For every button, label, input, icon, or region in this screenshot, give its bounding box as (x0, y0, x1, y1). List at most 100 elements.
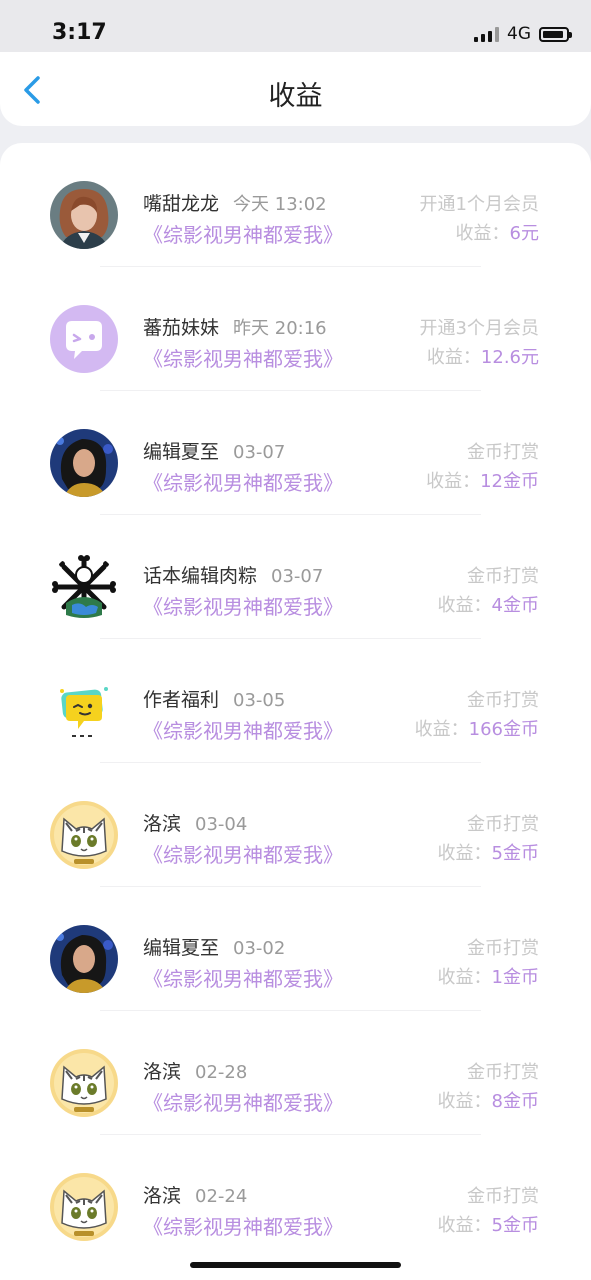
avatar (50, 925, 118, 993)
book-title[interactable]: 《综影视男神都爱我》 (143, 963, 343, 992)
earnings-row[interactable]: 洛滨 02-24 《综影视男神都爱我》 金币打赏 收益：5金币 (0, 1135, 591, 1259)
user-line: 洛滨 02-24 (143, 1181, 247, 1208)
avatar (50, 429, 118, 497)
earnings-row[interactable]: 蕃茄妹妹 昨天 20:16 《综影视男神都爱我》 开通3个月会员 收益：12.6元 (0, 267, 591, 391)
post-time: 03-07 (271, 566, 324, 587)
status-time: 3:17 (52, 20, 107, 45)
earning-type: 金币打赏 (467, 690, 539, 711)
network-label: 4G (507, 24, 531, 44)
battery-icon (539, 26, 572, 42)
book-title[interactable]: 《综影视男神都爱我》 (143, 1087, 343, 1116)
earning-amount: 5金币 (491, 1215, 539, 1236)
earning-line: 收益：4金币 (438, 591, 539, 617)
book-title[interactable]: 《综影视男神都爱我》 (143, 343, 343, 372)
cartoon-cat-avatar-icon (50, 1173, 118, 1241)
book-title[interactable]: 《综影视男神都爱我》 (143, 715, 343, 744)
earning-amount: 1金币 (491, 967, 539, 988)
book-title[interactable]: 《综影视男神都爱我》 (143, 219, 343, 248)
earning-label: 收益： (437, 967, 492, 988)
woman-dark-hair-avatar-icon (50, 925, 118, 993)
earning-type: 金币打赏 (467, 1186, 539, 1207)
earning-amount: 6元 (509, 223, 539, 244)
earnings-row[interactable]: 编辑夏至 03-02 《综影视男神都爱我》 金币打赏 收益：1金币 (0, 887, 591, 1011)
earning-amount: 166金币 (468, 719, 539, 740)
home-indicator[interactable] (190, 1262, 401, 1268)
earning-label: 收益： (426, 347, 481, 368)
earning-line: 收益：5金币 (438, 839, 539, 865)
avatar (50, 1173, 118, 1241)
post-time: 今天 13:02 (233, 194, 327, 215)
book-title[interactable]: 《综影视男神都爱我》 (143, 467, 343, 496)
user-line: 洛滨 03-04 (143, 809, 247, 836)
user-name: 话本编辑肉粽 (143, 565, 258, 587)
post-time: 昨天 20:16 (233, 318, 327, 339)
earning-label: 收益： (437, 1091, 492, 1112)
earnings-row[interactable]: 话本编辑肉粽 03-07 《综影视男神都爱我》 金币打赏 收益：4金币 (0, 515, 591, 639)
earning-label: 收益： (414, 719, 469, 740)
book-title[interactable]: 《综影视男神都爱我》 (143, 591, 343, 620)
earning-line: 收益：12金币 (426, 467, 539, 493)
signal-icon (474, 26, 499, 42)
earning-type: 金币打赏 (467, 814, 539, 835)
user-line: 嘴甜龙龙 今天 13:02 (143, 189, 327, 216)
post-time: 03-04 (195, 814, 248, 835)
woman-portrait-avatar-icon (50, 181, 118, 249)
earning-type: 开通3个月会员 (419, 318, 539, 339)
user-line: 蕃茄妹妹 昨天 20:16 (143, 313, 327, 340)
earning-line: 收益：5金币 (438, 1211, 539, 1237)
earnings-row[interactable]: 洛滨 03-04 《综影视男神都爱我》 金币打赏 收益：5金币 (0, 763, 591, 887)
earnings-row[interactable]: 编辑夏至 03-07 《综影视男神都爱我》 金币打赏 收益：12金币 (0, 391, 591, 515)
yellow-wink-avatar-icon (50, 677, 118, 745)
avatar (50, 305, 118, 373)
earning-amount: 8金币 (491, 1091, 539, 1112)
user-name: 嘴甜龙龙 (143, 193, 220, 215)
earning-label: 收益： (437, 843, 492, 864)
earning-line: 收益：1金币 (438, 963, 539, 989)
user-name: 洛滨 (143, 1185, 182, 1207)
earning-amount: 4金币 (491, 595, 539, 616)
user-name: 编辑夏至 (143, 441, 220, 463)
post-time: 03-02 (233, 938, 286, 959)
earning-line: 收益：6元 (456, 219, 539, 245)
avatar (50, 801, 118, 869)
user-name: 洛滨 (143, 813, 182, 835)
avatar (50, 677, 118, 745)
user-name: 作者福利 (143, 689, 220, 711)
earnings-list: 嘴甜龙龙 今天 13:02 《综影视男神都爱我》 开通1个月会员 收益：6元 蕃茄… (0, 143, 591, 1280)
earning-line: 收益：12.6元 (427, 343, 539, 369)
post-time: 02-28 (195, 1062, 248, 1083)
book-title[interactable]: 《综影视男神都爱我》 (143, 1211, 343, 1240)
earning-type: 金币打赏 (467, 566, 539, 587)
user-line: 洛滨 02-28 (143, 1057, 247, 1084)
user-line: 作者福利 03-05 (143, 685, 285, 712)
status-indicators: 4G (474, 24, 572, 44)
earning-label: 收益： (455, 223, 510, 244)
earning-amount: 12金币 (480, 471, 539, 492)
status-bar: 3:17 4G (0, 0, 591, 52)
cartoon-cat-avatar-icon (50, 801, 118, 869)
earning-label: 收益： (437, 1215, 492, 1236)
page-title: 收益 (268, 81, 323, 112)
chat-bubble-avatar-icon (50, 305, 118, 373)
user-line: 话本编辑肉粽 03-07 (143, 561, 323, 588)
earning-type: 金币打赏 (467, 938, 539, 959)
user-line: 编辑夏至 03-07 (143, 437, 285, 464)
earnings-row[interactable]: 洛滨 02-28 《综影视男神都爱我》 金币打赏 收益：8金币 (0, 1011, 591, 1135)
earning-label: 收益： (437, 595, 492, 616)
earning-type: 金币打赏 (467, 442, 539, 463)
user-name: 编辑夏至 (143, 937, 220, 959)
earning-type: 金币打赏 (467, 1062, 539, 1083)
woman-dark-hair-avatar-icon (50, 429, 118, 497)
earning-line: 收益：8金币 (438, 1087, 539, 1113)
earnings-row[interactable]: 嘴甜龙龙 今天 13:02 《综影视男神都爱我》 开通1个月会员 收益：6元 (0, 143, 591, 267)
avatar (50, 553, 118, 621)
earning-type: 开通1个月会员 (419, 194, 539, 215)
post-time: 02-24 (195, 1186, 248, 1207)
cartoon-cat-avatar-icon (50, 1049, 118, 1117)
earning-line: 收益：166金币 (415, 715, 539, 741)
earnings-row[interactable]: 作者福利 03-05 《综影视男神都爱我》 金币打赏 收益：166金币 (0, 639, 591, 763)
book-title[interactable]: 《综影视男神都爱我》 (143, 839, 343, 868)
post-time: 03-05 (233, 690, 286, 711)
avatar (50, 1049, 118, 1117)
navigation-header: 收益 (0, 52, 591, 126)
